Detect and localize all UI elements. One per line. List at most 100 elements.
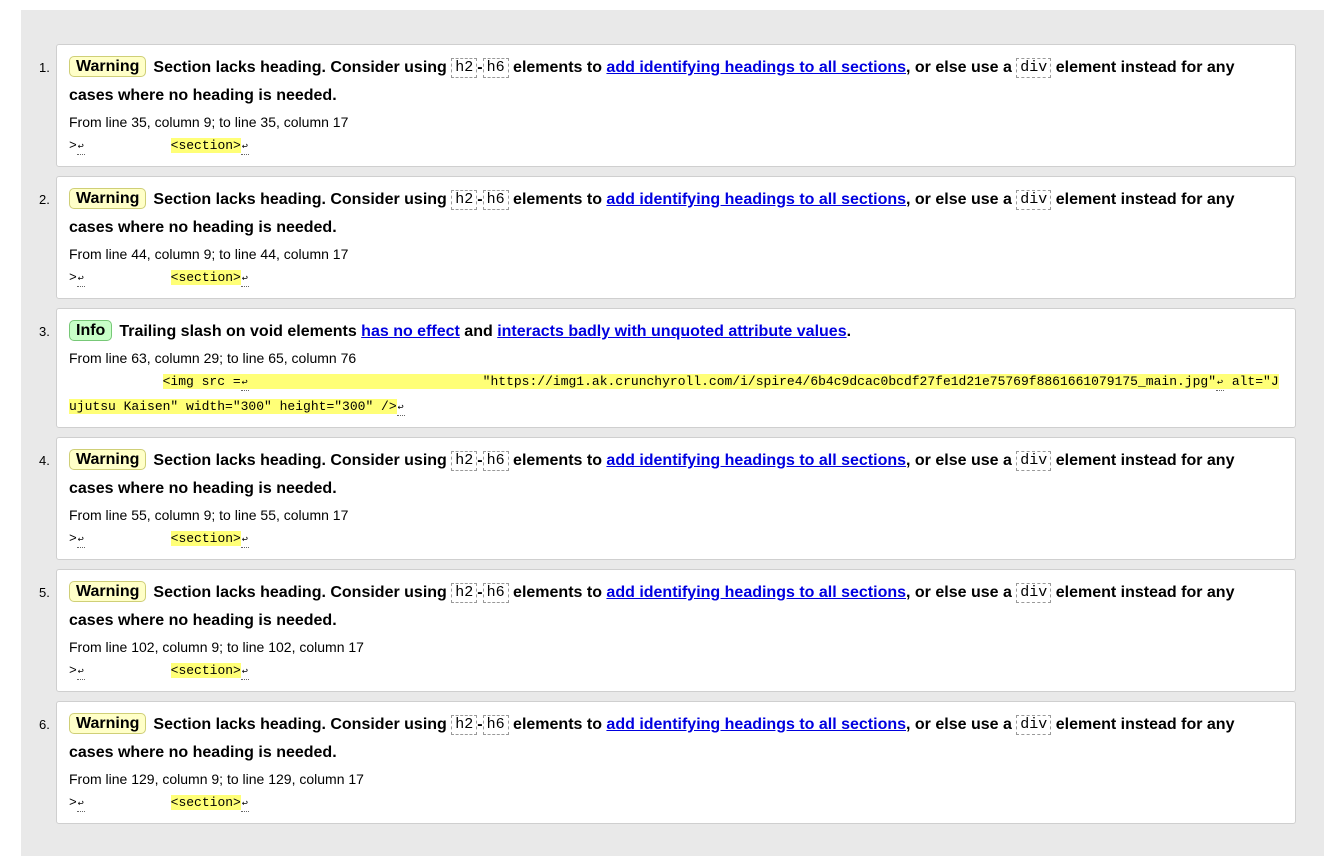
return-icon: ↩ <box>240 378 249 391</box>
message-item: 5. Warning Section lacks heading. Conside… <box>39 569 1296 692</box>
source-extract: >↩ <section>↩ <box>69 526 1283 551</box>
warning-badge: Warning <box>69 56 147 77</box>
extract-highlight: <section> <box>170 270 241 285</box>
return-icon: ↩ <box>1216 378 1224 391</box>
code-h6: h6 <box>482 715 509 735</box>
message-text-part: and <box>459 323 498 340</box>
extract-highlight-part: <img src = <box>162 374 241 389</box>
warning-badge: Warning <box>69 188 147 209</box>
code-h6: h6 <box>482 451 509 471</box>
message-text-part: , or else use a <box>906 191 1017 208</box>
source-extract: >↩ <section>↩ <box>69 790 1283 815</box>
extract-text: > <box>69 795 77 810</box>
source-extract: >↩ <section>↩ <box>69 658 1283 683</box>
message-text-part: Section lacks heading. Consider using <box>153 191 452 208</box>
message-number: 5. <box>39 585 50 600</box>
message-item: 3. Info Trailing slash on void elements h… <box>39 308 1296 428</box>
message-text: Warning Section lacks heading. Consider u… <box>69 711 1283 767</box>
extract-highlight: <section> <box>170 138 241 153</box>
message-text-part: Section lacks heading. Consider using <box>153 59 452 76</box>
no-effect-link[interactable]: has no effect <box>361 323 460 340</box>
message-text-part: Section lacks heading. Consider using <box>153 584 452 601</box>
headings-link[interactable]: add identifying headings to all sections <box>606 452 906 469</box>
source-location: From line 63, column 29; to line 65, col… <box>69 350 357 366</box>
message-text-part: elements to <box>508 584 607 601</box>
code-h2: h2 <box>451 190 478 210</box>
code-div: div <box>1016 451 1052 471</box>
extract-indent <box>69 374 163 389</box>
message-text-part: elements to <box>508 59 607 76</box>
message-number: 6. <box>39 717 50 732</box>
message-text-part: , or else use a <box>906 584 1017 601</box>
message-text-part: Section lacks heading. Consider using <box>153 452 452 469</box>
message-text-part: , or else use a <box>906 452 1017 469</box>
message-text: Warning Section lacks heading. Consider u… <box>69 447 1283 503</box>
source-location: From line 102, column 9; to line 102, co… <box>69 639 364 655</box>
code-div: div <box>1016 58 1052 78</box>
return-icon: ↩ <box>240 274 249 287</box>
return-icon: ↩ <box>76 535 85 548</box>
message-text: Warning Section lacks heading. Consider u… <box>69 579 1283 635</box>
message-list: 1. Warning Section lacks heading. Conside… <box>21 44 1324 833</box>
return-icon: ↩ <box>76 274 85 287</box>
message-number: 4. <box>39 453 50 468</box>
message-item: 6. Warning Section lacks heading. Conside… <box>39 701 1296 824</box>
extract-indent <box>85 663 171 678</box>
code-h6: h6 <box>482 58 509 78</box>
return-icon: ↩ <box>240 667 249 680</box>
source-location: From line 55, column 9; to line 55, colu… <box>69 507 349 523</box>
extract-indent <box>85 795 171 810</box>
headings-link[interactable]: add identifying headings to all sections <box>606 716 906 733</box>
message-item: 2. Warning Section lacks heading. Conside… <box>39 176 1296 299</box>
message-number: 3. <box>39 324 50 339</box>
extract-indent <box>85 138 171 153</box>
return-icon: ↩ <box>76 667 85 680</box>
message-text-part: elements to <box>508 716 607 733</box>
headings-link[interactable]: add identifying headings to all sections <box>606 584 906 601</box>
info-badge: Info <box>69 320 113 341</box>
code-h2: h2 <box>451 58 478 78</box>
message-text-part: Trailing slash on void elements <box>119 323 362 340</box>
return-icon: ↩ <box>76 799 85 812</box>
extract-text: > <box>69 138 77 153</box>
message-text: Warning Section lacks heading. Consider u… <box>69 186 1283 242</box>
message-text-part: . <box>846 323 852 340</box>
extract-highlight: <img src =↩ "https://img1.ak.crunchyroll… <box>69 374 1279 414</box>
message-text-part: Section lacks heading. Consider using <box>153 716 452 733</box>
warning-badge: Warning <box>69 581 147 602</box>
return-icon: ↩ <box>240 142 249 155</box>
code-div: div <box>1016 715 1052 735</box>
code-h2: h2 <box>451 583 478 603</box>
extract-text: > <box>69 270 77 285</box>
message-text-part: elements to <box>508 191 607 208</box>
headings-link[interactable]: add identifying headings to all sections <box>606 191 906 208</box>
source-location: From line 35, column 9; to line 35, colu… <box>69 114 349 130</box>
code-div: div <box>1016 583 1052 603</box>
message-text-part: elements to <box>508 452 607 469</box>
code-div: div <box>1016 190 1052 210</box>
code-h2: h2 <box>451 451 478 471</box>
extract-highlight: <section> <box>170 795 241 810</box>
extract-indent <box>85 270 171 285</box>
extract-highlight: <section> <box>170 531 241 546</box>
source-location: From line 129, column 9; to line 129, co… <box>69 771 364 787</box>
results-panel: 1. Warning Section lacks heading. Conside… <box>21 10 1324 856</box>
message-text-part: , or else use a <box>906 59 1017 76</box>
return-icon: ↩ <box>396 403 405 416</box>
return-icon: ↩ <box>76 142 85 155</box>
extract-text: > <box>69 531 77 546</box>
headings-link[interactable]: add identifying headings to all sections <box>606 59 906 76</box>
extract-text: > <box>69 663 77 678</box>
message-text: Warning Section lacks heading. Consider u… <box>69 54 1283 110</box>
message-item: 4. Warning Section lacks heading. Conside… <box>39 437 1296 560</box>
return-icon: ↩ <box>240 535 249 548</box>
code-h6: h6 <box>482 583 509 603</box>
unquoted-attributes-link[interactable]: interacts badly with unquoted attribute … <box>497 323 846 340</box>
extract-highlight-part: "https://img1.ak.crunchyroll.com/i/spire… <box>248 374 1216 389</box>
source-extract: >↩ <section>↩ <box>69 133 1283 158</box>
message-number: 1. <box>39 60 50 75</box>
source-location: From line 44, column 9; to line 44, colu… <box>69 246 349 262</box>
code-h6: h6 <box>482 190 509 210</box>
code-h2: h2 <box>451 715 478 735</box>
message-number: 2. <box>39 192 50 207</box>
